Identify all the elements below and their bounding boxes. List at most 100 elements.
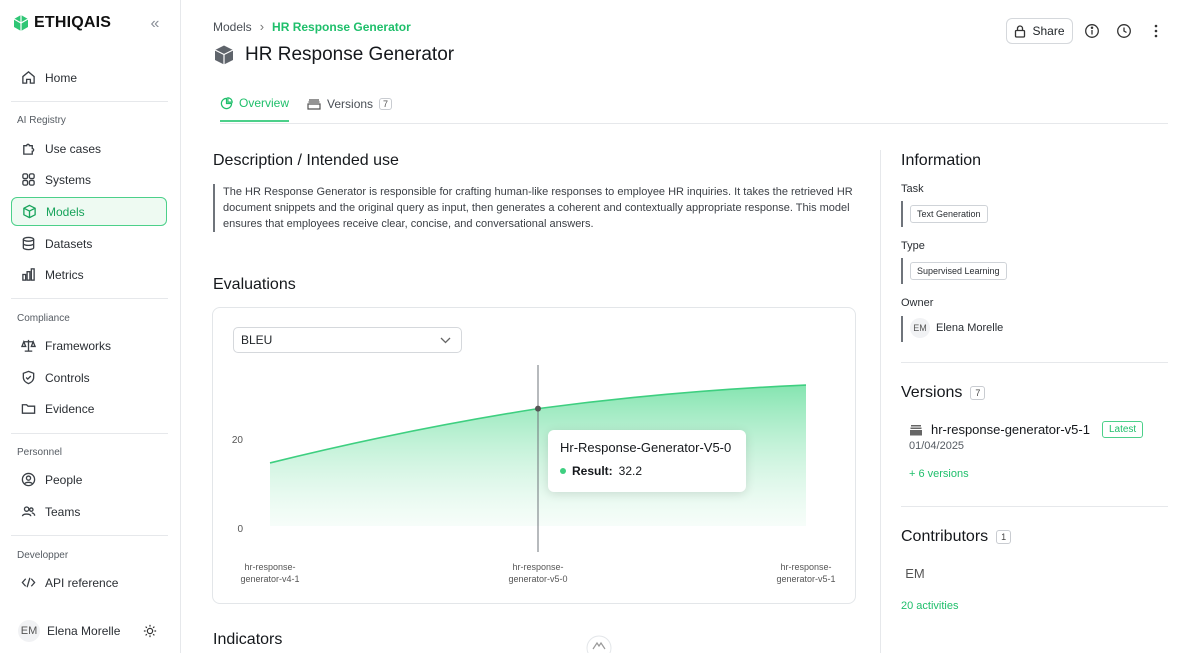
contributors-heading-text: Contributors bbox=[901, 528, 989, 545]
sidebar-item-models[interactable]: Models bbox=[11, 197, 167, 226]
tab-label: Versions bbox=[327, 97, 374, 111]
section-label-personnel: Personnel bbox=[17, 447, 63, 458]
versions-count-badge: 7 bbox=[970, 385, 986, 400]
sidebar-item-controls[interactable]: Controls bbox=[11, 363, 167, 392]
bar-chart-icon bbox=[22, 268, 35, 281]
evaluations-heading: Evaluations bbox=[213, 276, 296, 293]
x-tick-label: hr-response- bbox=[512, 562, 563, 572]
share-label: Share bbox=[1032, 24, 1065, 38]
sidebar-item-label: Metrics bbox=[45, 267, 84, 282]
sidebar-item-frameworks[interactable]: Frameworks bbox=[11, 331, 167, 360]
user-name: Elena Morelle bbox=[47, 624, 121, 638]
y-tick-label: 0 bbox=[237, 524, 243, 535]
versions-heading-text: Versions bbox=[901, 384, 963, 401]
type-tag: Supervised Learning bbox=[910, 262, 1007, 280]
evaluations-card: BLEU 0 20 hr-response-generator-v4-1 hr-res… bbox=[212, 307, 856, 604]
versions-heading: Versions 7 bbox=[901, 384, 986, 402]
tab-count-badge: 7 bbox=[379, 98, 393, 110]
sidebar-divider bbox=[11, 298, 168, 299]
sidebar-item-metrics[interactable]: Metrics bbox=[11, 260, 167, 289]
series-dot bbox=[560, 468, 566, 474]
section-label-compliance: Compliance bbox=[17, 313, 70, 324]
sidebar-item-label: Systems bbox=[45, 172, 92, 187]
lock-icon bbox=[1015, 24, 1026, 38]
task-tag: Text Generation bbox=[910, 205, 988, 223]
description-text: The HR Response Generator is responsible… bbox=[213, 184, 858, 232]
tab-label: Overview bbox=[239, 96, 290, 110]
sidebar-item-use-cases[interactable]: Use cases bbox=[11, 134, 167, 163]
tab-versions[interactable]: Versions 7 bbox=[307, 92, 393, 122]
sidebar-item-label: API reference bbox=[45, 575, 119, 590]
cube-icon bbox=[214, 45, 234, 65]
section-label-developper: Developper bbox=[17, 550, 69, 561]
tabs-divider bbox=[220, 123, 1168, 124]
sun-icon[interactable] bbox=[143, 624, 157, 638]
type-bar bbox=[901, 258, 903, 284]
database-icon bbox=[22, 236, 35, 251]
task-label: Task bbox=[901, 183, 924, 195]
logo-text: ETHIQAIS bbox=[34, 14, 112, 31]
share-button[interactable]: Share bbox=[1006, 18, 1073, 44]
section-label-ai-registry: AI Registry bbox=[17, 115, 66, 126]
latest-version[interactable]: hr-response-generator-v5-1 Latest bbox=[909, 421, 1144, 438]
chevron-right-icon: › bbox=[259, 19, 265, 34]
sidebar-item-people[interactable]: People bbox=[11, 465, 167, 494]
version-name-text: hr-response-generator-v5-1 bbox=[931, 422, 1090, 437]
owner[interactable]: EM Elena Morelle bbox=[910, 318, 1003, 338]
sidebar-user[interactable]: EM Elena Morelle bbox=[18, 620, 120, 642]
section-divider bbox=[901, 362, 1168, 363]
data-point bbox=[535, 405, 541, 412]
column-divider bbox=[880, 150, 881, 653]
archive-icon bbox=[307, 99, 321, 110]
evaluation-chart: 0 20 hr-response-generator-v4-1 hr-response… bbox=[232, 365, 836, 584]
more-versions-link[interactable]: + 6 versions bbox=[909, 468, 969, 480]
pie-chart-icon bbox=[220, 96, 233, 109]
sidebar-item-evidence[interactable]: Evidence bbox=[11, 394, 167, 423]
scale-icon bbox=[21, 339, 36, 352]
y-tick-label: 20 bbox=[232, 435, 244, 446]
sidebar-item-api-reference[interactable]: API reference bbox=[11, 568, 167, 597]
logo[interactable]: ETHIQAIS bbox=[13, 14, 111, 32]
tooltip-row: Result: 32.2 bbox=[560, 464, 734, 478]
x-tick-label: generator-v5-1 bbox=[776, 574, 835, 584]
sidebar-item-label: People bbox=[45, 472, 83, 487]
chart-tooltip: Hr-Response-Generator-V5-0 Result: 32.2 bbox=[548, 430, 746, 492]
code-icon bbox=[21, 577, 36, 588]
cube-icon bbox=[23, 204, 36, 219]
history-icon[interactable] bbox=[1116, 23, 1132, 39]
sidebar: ETHIQAIS « Home AI Registry Use cases Sy… bbox=[0, 0, 181, 653]
tabs: Overview Versions 7 bbox=[220, 92, 393, 122]
sidebar-item-label: Frameworks bbox=[45, 338, 112, 353]
sidebar-item-label: Evidence bbox=[45, 401, 95, 416]
sidebar-divider bbox=[11, 433, 168, 434]
task-bar bbox=[901, 201, 903, 227]
x-tick-label: generator-v4-1 bbox=[240, 574, 299, 584]
breadcrumb: Models › HR Response Generator bbox=[213, 19, 411, 34]
scroll-up-button[interactable] bbox=[586, 634, 612, 653]
x-tick-label: hr-response- bbox=[780, 562, 831, 572]
sidebar-item-datasets[interactable]: Datasets bbox=[11, 229, 167, 258]
avatar: EM bbox=[18, 620, 40, 642]
collapse-sidebar-button[interactable]: « bbox=[146, 15, 164, 33]
sidebar-item-label: Home bbox=[45, 70, 78, 85]
latest-badge: Latest bbox=[1101, 421, 1144, 438]
activities-link[interactable]: 20 activities bbox=[901, 600, 958, 612]
sidebar-item-teams[interactable]: Teams bbox=[11, 497, 167, 526]
users-icon bbox=[21, 506, 36, 517]
sidebar-item-label: Models bbox=[46, 204, 85, 219]
contributors-heading: Contributors 1 bbox=[901, 528, 1012, 546]
sidebar-item-systems[interactable]: Systems bbox=[11, 165, 167, 194]
type-label: Type bbox=[901, 240, 925, 252]
version-date: 01/04/2025 bbox=[909, 440, 965, 452]
breadcrumb-item-models[interactable]: Models bbox=[213, 20, 252, 34]
sidebar-item-label: Datasets bbox=[45, 236, 93, 251]
contributor-avatar[interactable]: EM bbox=[901, 561, 929, 585]
sidebar-item-home[interactable]: Home bbox=[11, 63, 167, 92]
more-vertical-icon[interactable] bbox=[1148, 23, 1164, 39]
description-heading: Description / Intended use bbox=[213, 152, 399, 169]
tooltip-key: Result: bbox=[572, 464, 613, 478]
archive-icon bbox=[910, 424, 922, 435]
indicators-heading: Indicators bbox=[213, 631, 283, 648]
tab-overview[interactable]: Overview bbox=[220, 92, 290, 122]
info-icon[interactable] bbox=[1084, 23, 1100, 39]
